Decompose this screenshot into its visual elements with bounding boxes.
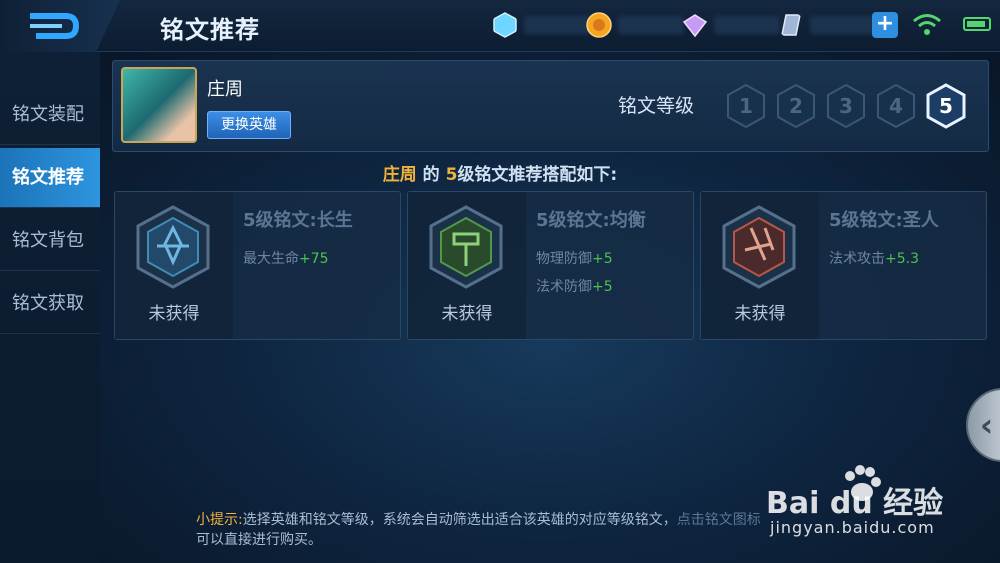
level-5-button[interactable]: 5: [925, 83, 967, 129]
resource-gold: [586, 12, 684, 38]
purple-gem-icon: [682, 14, 708, 38]
baidu-watermark: Bai du 经验 jingyan.baidu.com: [766, 465, 996, 548]
back-arrow-icon: [30, 13, 80, 39]
sidebar: 铭文装配 铭文推荐 铭文背包 铭文获取: [0, 52, 100, 563]
resource-gem: [682, 12, 780, 38]
paw-icon: [845, 465, 881, 501]
card-title: 5级铭文:长生: [243, 210, 353, 231]
silver-crystal-icon: [781, 14, 801, 36]
inscription-card-longevity[interactable]: 未获得 5级铭文:长生 最大生命+75: [114, 191, 401, 340]
level-3-button[interactable]: 3: [825, 83, 867, 129]
wifi-icon: [913, 14, 941, 35]
rune-sage-icon[interactable]: [721, 204, 797, 290]
level-4-button[interactable]: 4: [875, 83, 917, 129]
inscription-card-balance[interactable]: 未获得 5级铭文:均衡 物理防御+5 法术防御+5: [407, 191, 694, 340]
resource-diamond: [492, 12, 590, 38]
card-status: 未获得: [734, 304, 786, 324]
card-stat: 物理防御+5: [536, 251, 613, 267]
chevron-left-icon: ‹: [980, 406, 994, 444]
card-title: 5级铭文:圣人: [829, 210, 939, 231]
card-stat: 法术攻击+5.3: [829, 251, 919, 267]
gold-coin-icon: [586, 12, 612, 38]
card-stat: 法术防御+5: [536, 279, 613, 295]
back-button[interactable]: [0, 0, 120, 52]
sidebar-item-inscription-bag[interactable]: 铭文背包: [0, 211, 100, 271]
card-title: 5级铭文:均衡: [536, 210, 646, 231]
hero-panel: 庄周 更换英雄 铭文等级 1 2 3 4 5: [112, 60, 989, 152]
hero-name: 庄周: [207, 79, 243, 100]
card-status: 未获得: [148, 304, 200, 324]
sidebar-item-inscription-equip[interactable]: 铭文装配: [0, 85, 100, 145]
rune-balance-icon[interactable]: [428, 204, 504, 290]
rune-longevity-icon[interactable]: [135, 204, 211, 290]
change-hero-button[interactable]: 更换英雄: [207, 111, 291, 139]
watermark-url: jingyan.baidu.com: [770, 518, 935, 537]
hero-avatar[interactable]: [121, 67, 197, 143]
inscription-card-sage[interactable]: 未获得 5级铭文:圣人 法术攻击+5.3: [700, 191, 987, 340]
card-stat: 最大生命+75: [243, 251, 329, 267]
add-currency-button[interactable]: +: [872, 12, 898, 38]
level-2-button[interactable]: 2: [775, 83, 817, 129]
diamond-crystal-icon: [493, 12, 517, 38]
level-label: 铭文等级: [618, 95, 695, 117]
battery-icon: [963, 17, 991, 31]
sidebar-item-inscription-obtain[interactable]: 铭文获取: [0, 274, 100, 334]
recommend-headline: 庄周 的 5级铭文推荐搭配如下:: [382, 165, 618, 185]
top-bar: 铭文推荐 +: [0, 0, 1000, 52]
tip-text: 小提示:选择英雄和铭文等级，系统会自动筛选出适合该英雄的对应等级铭文，点击铭文图…: [196, 512, 761, 548]
level-1-button[interactable]: 1: [725, 83, 767, 129]
page-title: 铭文推荐: [160, 16, 260, 44]
card-status: 未获得: [441, 304, 493, 324]
resource-crystal: [778, 12, 876, 38]
